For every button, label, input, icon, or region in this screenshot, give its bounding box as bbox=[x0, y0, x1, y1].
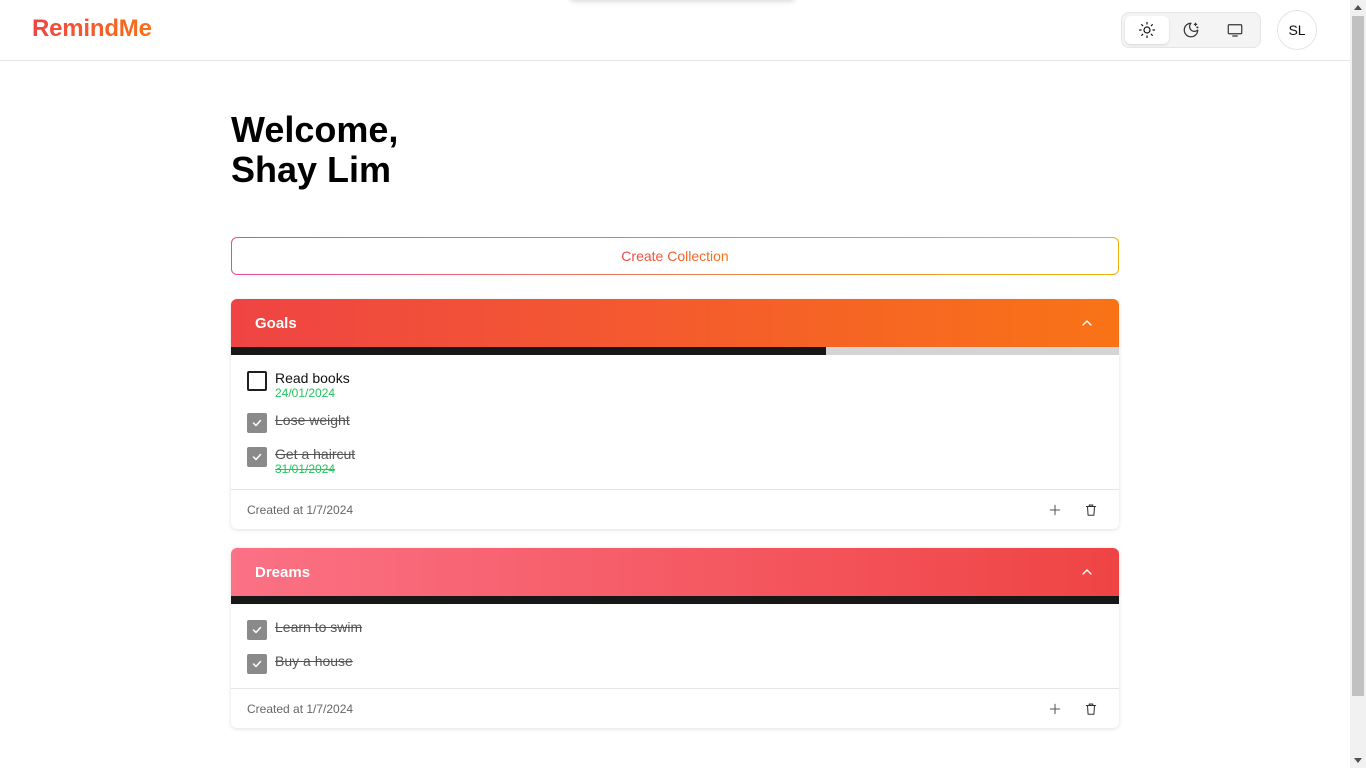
system-theme-button[interactable] bbox=[1213, 16, 1257, 44]
task-content: Lose weight bbox=[275, 411, 350, 429]
scroll-up-arrow-icon[interactable] bbox=[1354, 5, 1362, 10]
welcome-greeting: Welcome, bbox=[231, 109, 399, 150]
monitor-icon bbox=[1227, 24, 1243, 37]
task-due-date: 24/01/2024 bbox=[275, 386, 336, 400]
task-item: Get a haircut 31/01/2024 bbox=[247, 445, 1103, 475]
task-checkbox[interactable] bbox=[247, 413, 267, 433]
trash-icon bbox=[1085, 504, 1097, 516]
chevron-up-icon[interactable] bbox=[1079, 564, 1095, 580]
collection-actions bbox=[1043, 697, 1103, 721]
task-checkbox[interactable] bbox=[247, 654, 267, 674]
check-icon bbox=[252, 626, 262, 634]
task-list: Learn to swim Buy a house bbox=[231, 604, 1119, 688]
task-title: Learn to swim bbox=[275, 619, 363, 635]
collection-card-dreams: Dreams Learn to swim Buy a house Created… bbox=[231, 548, 1119, 728]
check-icon bbox=[252, 660, 262, 668]
task-item: Read books 24/01/2024 bbox=[247, 369, 1103, 399]
collection-footer: Created at 1/7/2024 bbox=[231, 489, 1119, 529]
progress-fill bbox=[231, 596, 1119, 604]
task-checkbox[interactable] bbox=[247, 447, 267, 467]
task-title: Lose weight bbox=[275, 412, 350, 428]
collection-progress-bar bbox=[231, 596, 1119, 604]
check-icon bbox=[252, 453, 262, 461]
collection-footer: Created at 1/7/2024 bbox=[231, 688, 1119, 728]
user-avatar[interactable]: SL bbox=[1277, 10, 1317, 50]
task-title: Buy a house bbox=[275, 653, 353, 669]
collection-card-goals: Goals Read books 24/01/2024 Lose weight … bbox=[231, 299, 1119, 529]
task-content: Read books 24/01/2024 bbox=[275, 369, 350, 399]
collection-progress-bar bbox=[231, 347, 1119, 355]
check-icon bbox=[252, 419, 262, 427]
plus-icon bbox=[1049, 504, 1061, 515]
chevron-up-icon[interactable] bbox=[1079, 315, 1095, 331]
plus-icon bbox=[1049, 703, 1061, 714]
task-due-date: 31/01/2024 bbox=[275, 462, 336, 476]
task-title: Read books bbox=[275, 370, 350, 386]
page-scrollbar[interactable] bbox=[1350, 0, 1366, 768]
progress-fill bbox=[231, 347, 826, 355]
task-title: Get a haircut bbox=[275, 446, 356, 462]
light-theme-button[interactable] bbox=[1125, 16, 1169, 44]
collection-actions bbox=[1043, 498, 1103, 522]
add-task-button[interactable] bbox=[1043, 697, 1067, 721]
scroll-down-arrow-icon[interactable] bbox=[1354, 758, 1362, 763]
welcome-user-name: Shay Lim bbox=[231, 149, 392, 190]
app-viewport: RemindMe SL Welcome, Shay Lim Create Col… bbox=[0, 0, 1366, 768]
scrollbar-thumb[interactable] bbox=[1352, 16, 1364, 696]
add-task-button[interactable] bbox=[1043, 498, 1067, 522]
dark-theme-button[interactable] bbox=[1169, 16, 1213, 44]
task-item: Learn to swim bbox=[247, 618, 1103, 640]
task-content: Learn to swim bbox=[275, 618, 362, 636]
create-collection-button-inner: Create Collection bbox=[232, 238, 1118, 274]
task-content: Get a haircut 31/01/2024 bbox=[275, 445, 355, 475]
task-item: Lose weight bbox=[247, 411, 1103, 433]
collection-header[interactable]: Goals bbox=[231, 299, 1119, 347]
delete-collection-button[interactable] bbox=[1079, 697, 1103, 721]
task-item: Buy a house bbox=[247, 652, 1103, 674]
delete-collection-button[interactable] bbox=[1079, 498, 1103, 522]
task-content: Buy a house bbox=[275, 652, 353, 670]
task-checkbox[interactable] bbox=[247, 371, 267, 391]
collection-title: Dreams bbox=[255, 563, 311, 581]
collection-created-date: Created at 1/7/2024 bbox=[247, 701, 354, 716]
moon-stars-icon bbox=[1183, 22, 1199, 38]
create-collection-button[interactable]: Create Collection bbox=[231, 237, 1119, 275]
sun-icon bbox=[1138, 21, 1156, 39]
task-list: Read books 24/01/2024 Lose weight Get a … bbox=[231, 355, 1119, 489]
collection-title: Goals bbox=[255, 314, 297, 332]
top-bar: RemindMe SL bbox=[0, 0, 1350, 61]
collection-created-date: Created at 1/7/2024 bbox=[247, 502, 354, 517]
app-logo[interactable]: RemindMe bbox=[32, 15, 152, 43]
theme-toggle bbox=[1121, 12, 1261, 48]
create-collection-label: Create Collection bbox=[621, 248, 729, 264]
trash-icon bbox=[1085, 703, 1097, 715]
collection-header[interactable]: Dreams bbox=[231, 548, 1119, 596]
task-checkbox[interactable] bbox=[247, 620, 267, 640]
welcome-heading: Welcome, Shay Lim bbox=[231, 110, 398, 190]
